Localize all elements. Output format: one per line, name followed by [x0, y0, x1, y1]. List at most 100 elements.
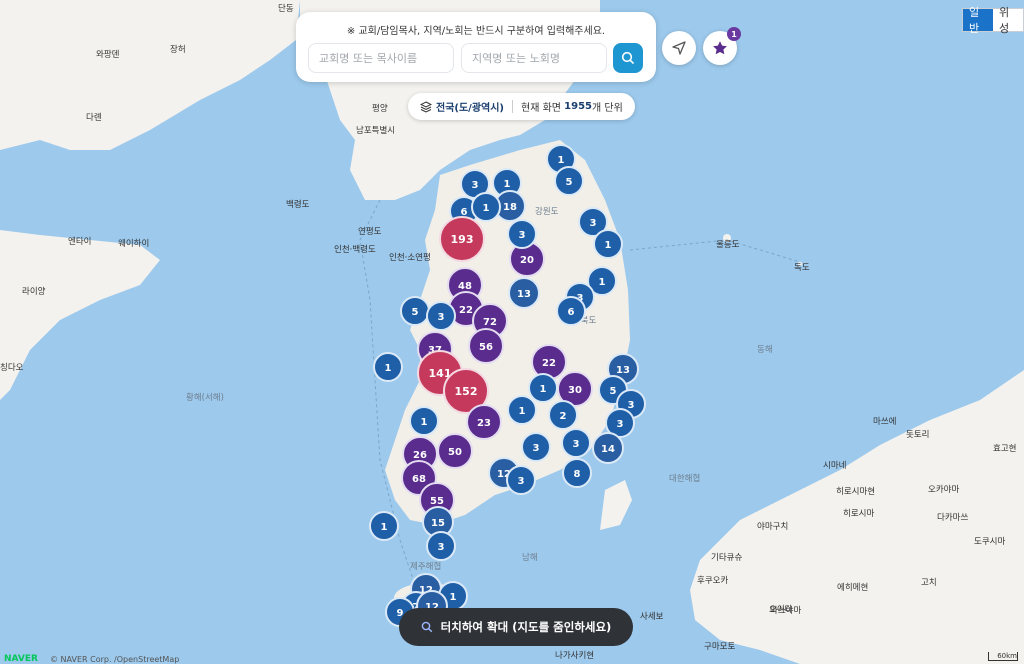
cluster-count: 1 — [450, 592, 457, 603]
place-label: 다롄 — [86, 112, 102, 123]
cluster-count: 18 — [503, 202, 517, 213]
place-label: 히로시마 — [843, 508, 874, 519]
place-label: 남해 — [522, 553, 538, 563]
cluster-count: 22 — [459, 305, 473, 316]
church-cluster-marker[interactable]: 56 — [468, 328, 504, 364]
place-label: 남포특별시 — [356, 125, 395, 136]
cluster-count: 55 — [430, 496, 444, 507]
cluster-count: 5 — [566, 177, 573, 188]
cluster-count: 3 — [590, 218, 597, 229]
search-notice: ※ 교회/담임목사, 지역/노회는 반드시 구분하여 입력해주세요. — [346, 26, 606, 37]
map-type-normal-button[interactable]: 일반 — [963, 6, 993, 35]
cluster-count: 1 — [504, 179, 511, 190]
map-scale-bar: 60km — [988, 652, 1018, 661]
cluster-count: 3 — [438, 542, 445, 553]
divider — [512, 100, 513, 113]
place-label: 제주해협 — [410, 561, 441, 572]
place-label: 후쿠오카 — [697, 576, 728, 586]
church-cluster-marker[interactable]: 1 — [373, 352, 403, 382]
cluster-count: 1 — [381, 522, 388, 533]
church-cluster-marker[interactable]: 13 — [508, 277, 540, 309]
cluster-count: 8 — [574, 469, 581, 480]
layers-icon — [420, 100, 432, 113]
place-label: 동해 — [757, 345, 773, 355]
current-view-label: 현재 화면 — [521, 103, 561, 114]
cluster-count: 30 — [568, 385, 582, 396]
cluster-count: 1 — [540, 384, 547, 395]
cluster-count: 1 — [519, 406, 526, 417]
church-cluster-marker[interactable]: 1 — [507, 395, 537, 425]
church-cluster-marker[interactable]: 8 — [562, 458, 592, 488]
church-cluster-marker[interactable]: 3 — [521, 432, 551, 462]
place-label: 장허 — [170, 44, 186, 55]
place-label: 라이양 — [22, 286, 46, 297]
place-label: 마쓰에 — [873, 417, 896, 427]
cluster-count: 1 — [483, 203, 490, 214]
cluster-count: 72 — [483, 317, 497, 328]
church-cluster-marker[interactable]: 3 — [426, 531, 456, 561]
place-label: 인천·백령도 — [334, 244, 376, 255]
place-label: 오이타 — [769, 604, 793, 615]
cluster-count: 23 — [477, 418, 491, 429]
place-label: 강원도 — [535, 206, 559, 217]
place-label: 사세보 — [640, 612, 664, 622]
cluster-count: 3 — [533, 443, 540, 454]
current-view-count: 1955 — [564, 101, 593, 112]
place-label: 독도 — [794, 263, 810, 273]
place-label: 도쿠시마 — [974, 537, 1005, 547]
map-type-satellite-button[interactable]: 위성 — [993, 6, 1023, 35]
cluster-count: 6 — [568, 307, 575, 318]
place-label: 다카마쓰 — [937, 513, 968, 523]
church-cluster-marker[interactable]: 1 — [471, 192, 501, 222]
church-cluster-marker[interactable]: 1 — [528, 373, 558, 403]
place-label: 시마네 — [823, 461, 846, 471]
place-label: 단동 — [278, 3, 294, 14]
my-location-button[interactable] — [662, 31, 696, 65]
region-search-input[interactable] — [461, 43, 607, 73]
church-cluster-marker[interactable]: 2 — [548, 400, 578, 430]
cluster-count: 3 — [617, 419, 624, 430]
church-cluster-marker[interactable]: 1 — [369, 511, 399, 541]
place-label: 평양 — [372, 103, 388, 114]
cluster-count: 56 — [479, 342, 493, 353]
cluster-count: 193 — [451, 233, 474, 246]
zoom-in-hint-button[interactable]: 터치하여 확대 (지도를 줌인하세요) — [399, 608, 633, 646]
church-cluster-marker[interactable]: 3 — [561, 428, 591, 458]
location-arrow-icon — [672, 41, 686, 55]
church-cluster-marker[interactable]: 1 — [593, 229, 623, 259]
church-cluster-marker[interactable]: 3 — [506, 465, 536, 495]
church-cluster-marker[interactable]: 14 — [592, 432, 624, 464]
church-cluster-marker[interactable]: 5 — [400, 296, 430, 326]
cluster-count: 152 — [455, 385, 478, 398]
place-label: 칭다오 — [0, 363, 24, 373]
church-cluster-marker[interactable]: 6 — [556, 296, 586, 326]
cluster-count: 5 — [412, 307, 419, 318]
place-label: 와팡덴 — [96, 49, 120, 60]
place-label: 야마구치 — [757, 521, 788, 532]
favorites-button[interactable]: 1 — [703, 27, 741, 65]
church-cluster-marker[interactable]: 193 — [439, 216, 485, 262]
place-label: 돗토리 — [906, 430, 929, 440]
map-type-toggle: 일반 위성 — [962, 6, 1024, 35]
church-cluster-marker[interactable]: 50 — [437, 433, 473, 469]
church-search-input[interactable] — [308, 43, 454, 73]
search-button[interactable] — [613, 43, 643, 73]
cluster-count: 3 — [628, 400, 635, 411]
region-filter-bar[interactable]: 전국(도/광역시) 현재 화면 1955 개 단위 — [408, 93, 635, 120]
current-view-unit: 개 단위 — [592, 103, 623, 114]
cluster-count: 22 — [542, 358, 556, 369]
place-label: 구마모토 — [704, 642, 735, 652]
church-cluster-marker[interactable]: 3 — [426, 301, 456, 331]
church-cluster-marker[interactable]: 1 — [409, 406, 439, 436]
naver-logo: NAVER — [4, 654, 38, 664]
church-cluster-marker[interactable]: 22 — [531, 344, 567, 380]
church-cluster-marker[interactable]: 3 — [507, 219, 537, 249]
cluster-count: 3 — [518, 476, 525, 487]
church-cluster-marker[interactable]: 23 — [466, 404, 502, 440]
place-label: 연평도 — [358, 226, 382, 237]
place-label: 효고현 — [993, 444, 1016, 454]
favorites-count-badge: 1 — [727, 27, 741, 41]
cluster-count: 15 — [431, 518, 445, 529]
cluster-count: 3 — [472, 180, 479, 191]
church-cluster-marker[interactable]: 5 — [554, 166, 584, 196]
